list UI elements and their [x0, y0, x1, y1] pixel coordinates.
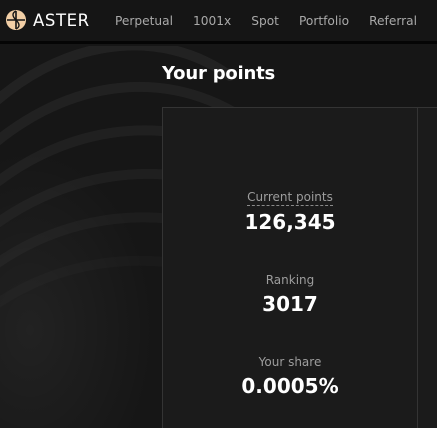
ranking-stat: Ranking 3017	[163, 269, 417, 316]
current-points-value: 126,345	[244, 210, 336, 234]
ranking-value: 3017	[262, 292, 318, 316]
share-label: Your share	[258, 355, 322, 369]
top-navigation-bar: ASTER Perpetual 1001x Spot Portfolio Ref…	[0, 0, 437, 44]
adjacent-card	[417, 107, 437, 428]
points-card: Current points 126,345 Ranking 3017 Your…	[162, 107, 418, 428]
aster-logo-icon	[6, 10, 26, 30]
brand-logo[interactable]: ASTER	[6, 9, 90, 31]
current-points-label[interactable]: Current points	[247, 190, 333, 206]
page: ASTER Perpetual 1001x Spot Portfolio Ref…	[0, 0, 437, 428]
nav-item-portfolio[interactable]: Portfolio	[299, 14, 349, 28]
nav-item-1001x[interactable]: 1001x	[193, 14, 231, 28]
current-points-stat: Current points 126,345	[163, 186, 417, 234]
ranking-label: Ranking	[265, 273, 315, 287]
main-nav: Perpetual 1001x Spot Portfolio Referral …	[115, 0, 437, 41]
share-stat: Your share 0.0005%	[163, 351, 417, 398]
nav-item-spot[interactable]: Spot	[251, 14, 279, 28]
nav-item-perpetual[interactable]: Perpetual	[115, 14, 173, 28]
page-title: Your points	[162, 63, 276, 84]
nav-item-referral[interactable]: Referral	[369, 14, 417, 28]
share-value: 0.0005%	[241, 374, 339, 398]
brand-name: ASTER	[33, 10, 90, 30]
